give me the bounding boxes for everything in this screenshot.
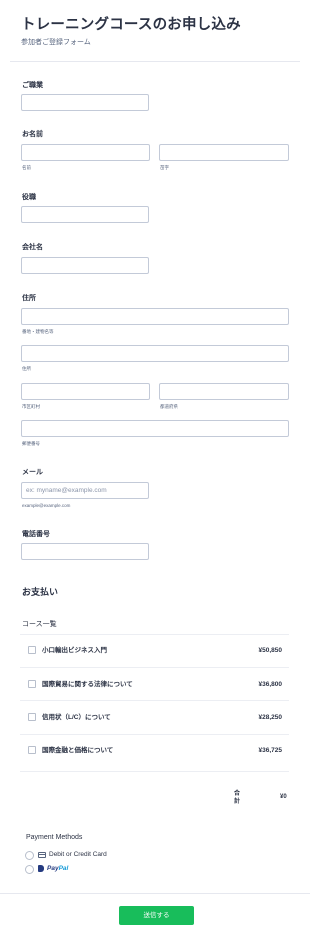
form-page: トレーニングコースのお申し込み 参加者ご登録フォーム ご職業 お名前 名前 苗字… (0, 0, 310, 942)
form-subtitle: 参加者ご登録フォーム (21, 39, 91, 46)
product-divider (20, 771, 289, 772)
card-option-label: Debit or Credit Card (49, 851, 107, 858)
product-price-4: ¥36,725 (258, 747, 283, 754)
product-checkbox-4[interactable] (28, 746, 36, 754)
product-divider (20, 667, 289, 668)
footer-divider (0, 893, 310, 894)
product-name-2: 国際貿易に関する法律について (42, 681, 133, 688)
occupation-label: ご職業 (22, 82, 43, 89)
product-price-3: ¥28,250 (258, 714, 283, 721)
paypal-icon (38, 865, 44, 872)
product-name-3: 信用状（L/C）について (42, 714, 111, 721)
name-label: お名前 (22, 131, 43, 138)
total-value: ¥0 (280, 794, 287, 800)
paypal-radio[interactable] (25, 865, 34, 874)
payment-methods-label: Payment Methods (26, 834, 83, 841)
first-name-input[interactable] (21, 144, 150, 161)
phone-label: 電話番号 (22, 531, 50, 538)
product-checkbox-1[interactable] (28, 646, 36, 654)
email-label: メール (22, 469, 43, 476)
first-name-sublabel: 名前 (22, 165, 31, 170)
company-input[interactable] (21, 257, 149, 274)
email-sublabel: example@example.com (22, 503, 71, 508)
product-divider (20, 700, 289, 701)
address-label: 住所 (22, 295, 36, 302)
course-list-label: コース一覧 (22, 621, 57, 628)
product-checkbox-2[interactable] (28, 680, 36, 688)
position-input[interactable] (21, 206, 149, 223)
street-address2-sublabel: 住所 (22, 366, 31, 371)
form-header: トレーニングコースのお申し込み 参加者ご登録フォーム (21, 16, 300, 47)
last-name-sublabel: 苗字 (160, 165, 169, 170)
city-input[interactable] (21, 383, 150, 400)
street-address2-input[interactable] (21, 345, 289, 362)
product-name-4: 国際金融と価格について (42, 747, 114, 754)
product-checkbox-3[interactable] (28, 713, 36, 721)
card-radio[interactable] (25, 851, 34, 860)
state-sublabel: 都道府県 (160, 404, 178, 409)
paypal-logo: PayPal (47, 865, 69, 872)
state-input[interactable] (159, 383, 289, 400)
credit-card-icon (38, 851, 46, 858)
product-price-1: ¥50,850 (258, 647, 283, 654)
zip-sublabel: 郵便番号 (22, 441, 40, 446)
form-title: トレーニングコースのお申し込み (21, 17, 241, 33)
product-price-2: ¥36,800 (258, 681, 283, 688)
zip-input[interactable] (21, 420, 289, 437)
street-address-input[interactable] (21, 308, 289, 325)
last-name-input[interactable] (159, 144, 289, 161)
payment-section-title: お支払い (22, 587, 59, 597)
city-sublabel: 市区町村 (22, 404, 40, 409)
header-divider (10, 61, 300, 62)
card-option[interactable]: Debit or Credit Card (38, 851, 107, 858)
paypal-option[interactable]: PayPal (38, 865, 68, 872)
product-name-1: 小口輸出ビジネス入門 (42, 647, 107, 654)
position-label: 役職 (22, 194, 36, 201)
phone-input[interactable] (21, 543, 149, 560)
street-address-sublabel: 番地・建物名等 (22, 329, 54, 334)
occupation-input[interactable] (21, 94, 149, 111)
product-divider (20, 634, 289, 635)
email-input[interactable]: ex: myname@example.com (21, 482, 149, 499)
submit-button[interactable]: 送信する (119, 906, 194, 925)
company-label: 会社名 (22, 244, 43, 251)
total-label: 合計 (233, 791, 240, 805)
product-divider (20, 734, 289, 735)
